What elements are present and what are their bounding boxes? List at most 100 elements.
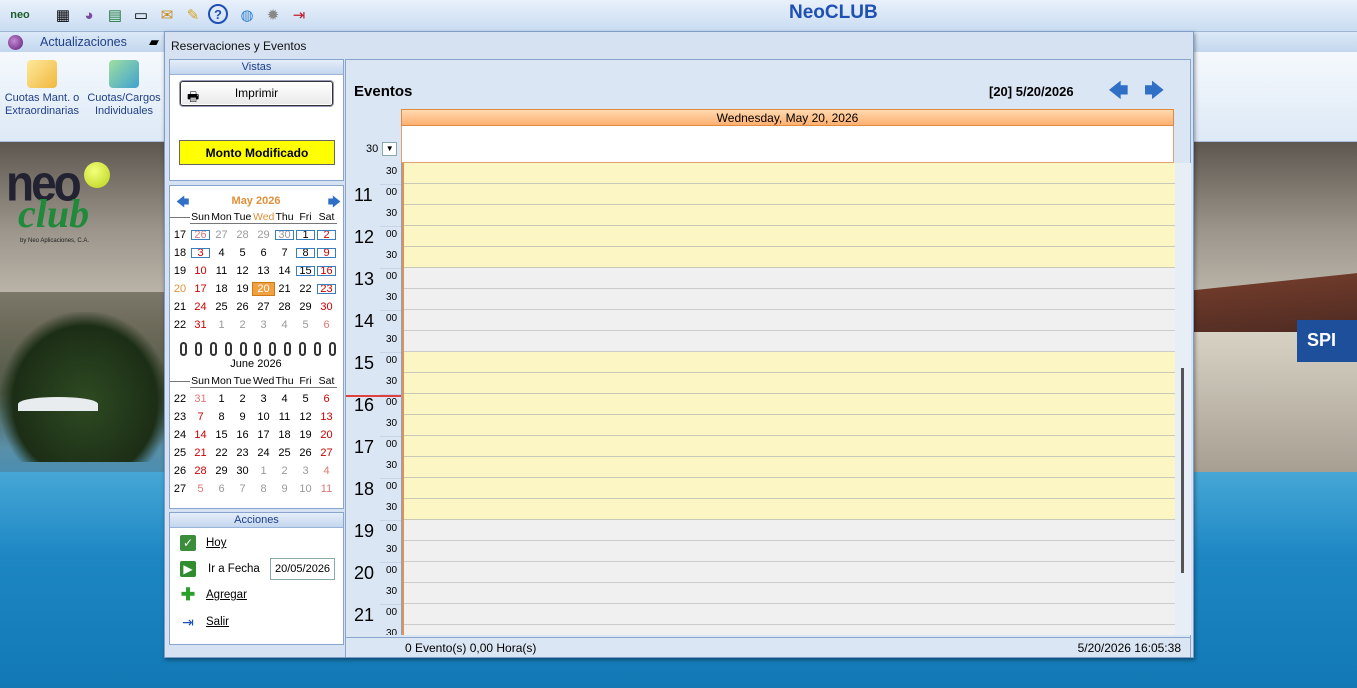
calendar-day[interactable]: 26 — [232, 301, 253, 313]
calendar-day[interactable]: 5 — [295, 393, 316, 405]
calendar-day[interactable]: 7 — [274, 247, 295, 259]
calendar-day[interactable]: 10 — [253, 411, 274, 423]
time-slot[interactable] — [404, 520, 1175, 541]
calendar-day[interactable]: 27 — [253, 301, 274, 313]
calendar-day[interactable]: 28 — [190, 465, 211, 477]
calendar-day[interactable]: 28 — [232, 229, 253, 241]
globe-icon[interactable]: ◍ — [236, 4, 258, 26]
help-icon[interactable]: ? — [208, 4, 228, 24]
time-slot[interactable] — [404, 289, 1175, 310]
ir-a-fecha-input[interactable] — [270, 558, 335, 580]
calendar-day[interactable]: 23 — [316, 283, 337, 295]
neo-logo-icon[interactable]: neo — [4, 4, 36, 26]
time-slot[interactable] — [404, 562, 1175, 583]
time-slot[interactable] — [404, 604, 1175, 625]
calendar-day[interactable]: 29 — [211, 465, 232, 477]
calendar-day[interactable]: 31 — [190, 393, 211, 405]
calendar-day[interactable]: 8 — [295, 247, 316, 259]
calendar-day[interactable]: 4 — [274, 393, 295, 405]
time-slot[interactable] — [404, 352, 1175, 373]
calendar-day[interactable]: 12 — [232, 265, 253, 277]
calendar-day[interactable]: 22 — [295, 283, 316, 295]
calendar-day[interactable]: 18 — [274, 429, 295, 441]
calendar-day[interactable]: 11 — [274, 411, 295, 423]
calendar-day[interactable]: 2 — [274, 465, 295, 477]
time-slot[interactable] — [404, 436, 1175, 457]
prev-day-arrow-icon[interactable]: 🡄 — [1108, 81, 1134, 102]
calendar-day[interactable]: 25 — [211, 301, 232, 313]
calendar-day[interactable]: 1 — [211, 393, 232, 405]
calendar-day[interactable]: 3 — [190, 247, 211, 259]
interval-select[interactable]: 30 ▼ — [366, 142, 398, 156]
calendar-day[interactable]: 30 — [316, 301, 337, 313]
calendar-day[interactable]: 21 — [274, 283, 295, 295]
calendar-day[interactable]: 15 — [295, 265, 316, 277]
calendar-day[interactable]: 29 — [295, 301, 316, 313]
time-slot[interactable] — [404, 247, 1175, 268]
calendar-day[interactable]: 26 — [295, 447, 316, 459]
calendar-day[interactable]: 2 — [232, 319, 253, 331]
schedule-grid[interactable] — [402, 163, 1175, 635]
pencil-icon[interactable]: ✎ — [182, 4, 204, 26]
time-slot[interactable] — [404, 457, 1175, 478]
calendar-day[interactable]: 21 — [190, 447, 211, 459]
calendar-day[interactable]: 5 — [190, 483, 211, 495]
app-menu-orb-icon[interactable] — [8, 35, 23, 50]
time-slot[interactable] — [404, 268, 1175, 289]
calendar-day[interactable]: 25 — [274, 447, 295, 459]
calendar-day[interactable]: 19 — [295, 429, 316, 441]
time-slot[interactable] — [404, 205, 1175, 226]
folder-icon[interactable]: ▰ — [149, 34, 159, 50]
calendar-day[interactable]: 5 — [232, 247, 253, 259]
calendar-day[interactable]: 8 — [211, 411, 232, 423]
paint-icon[interactable]: ◕ — [78, 4, 100, 26]
calendar-day[interactable]: 5 — [295, 319, 316, 331]
calendar-day[interactable]: 13 — [253, 265, 274, 277]
time-slot[interactable] — [404, 184, 1175, 205]
calendar-day[interactable]: 19 — [232, 283, 253, 295]
mail-icon[interactable]: ✉ — [156, 4, 178, 26]
calendar-day[interactable]: 6 — [316, 393, 337, 405]
ir-a-fecha-button[interactable]: ▶ Ir a Fecha — [180, 561, 260, 577]
calendar-day[interactable]: 4 — [211, 247, 232, 259]
calendar-day[interactable]: 31 — [190, 319, 211, 331]
time-slot[interactable] — [404, 226, 1175, 247]
calendar-day[interactable]: 24 — [253, 447, 274, 459]
calendar-day[interactable]: 20 — [316, 429, 337, 441]
calendar-day[interactable]: 11 — [211, 265, 232, 277]
calendar-day[interactable]: 10 — [190, 265, 211, 277]
calendar-day[interactable]: 16 — [316, 265, 337, 277]
calendar-day[interactable]: 4 — [274, 319, 295, 331]
calendar-day[interactable]: 2 — [316, 229, 337, 241]
cuotas-mant-button[interactable]: Cuotas Mant. o Extraordinarias — [4, 60, 80, 118]
calendar-day[interactable]: 1 — [253, 465, 274, 477]
time-slot[interactable] — [404, 163, 1175, 184]
time-slot[interactable] — [404, 310, 1175, 331]
calendar-day[interactable]: 6 — [211, 483, 232, 495]
calendar-day[interactable]: 26 — [190, 229, 211, 241]
calendar-day[interactable]: 14 — [274, 265, 295, 277]
calendar-day[interactable]: 7 — [232, 483, 253, 495]
agregar-button[interactable]: ✚ Agregar — [180, 586, 247, 603]
calendar-day[interactable]: 6 — [316, 319, 337, 331]
time-slot[interactable] — [404, 625, 1175, 635]
calendar-day[interactable]: 9 — [232, 411, 253, 423]
settings-gear-icon[interactable]: ✹ — [262, 4, 284, 26]
calendar-day[interactable]: 20 — [252, 282, 275, 296]
calendar-day[interactable]: 9 — [316, 247, 337, 259]
calendar-day[interactable]: 15 — [211, 429, 232, 441]
calendar-day[interactable]: 17 — [253, 429, 274, 441]
calendar-day[interactable]: 16 — [232, 429, 253, 441]
cuotas-cargos-button[interactable]: Cuotas/Cargos Individuales — [86, 60, 162, 118]
calendar-day[interactable]: 11 — [316, 483, 337, 495]
all-day-area[interactable] — [401, 126, 1174, 163]
print-button[interactable]: 🖶 Imprimir — [180, 81, 333, 106]
document-icon[interactable]: ▭ — [130, 4, 152, 26]
time-slot[interactable] — [404, 415, 1175, 436]
calendar-day[interactable]: 29 — [253, 229, 274, 241]
calendar-day[interactable]: 10 — [295, 483, 316, 495]
calendar-day[interactable]: 24 — [190, 301, 211, 313]
vertical-scrollbar[interactable] — [1175, 163, 1191, 635]
time-slot[interactable] — [404, 373, 1175, 394]
menu-actualizaciones[interactable]: Actualizaciones — [40, 35, 127, 49]
